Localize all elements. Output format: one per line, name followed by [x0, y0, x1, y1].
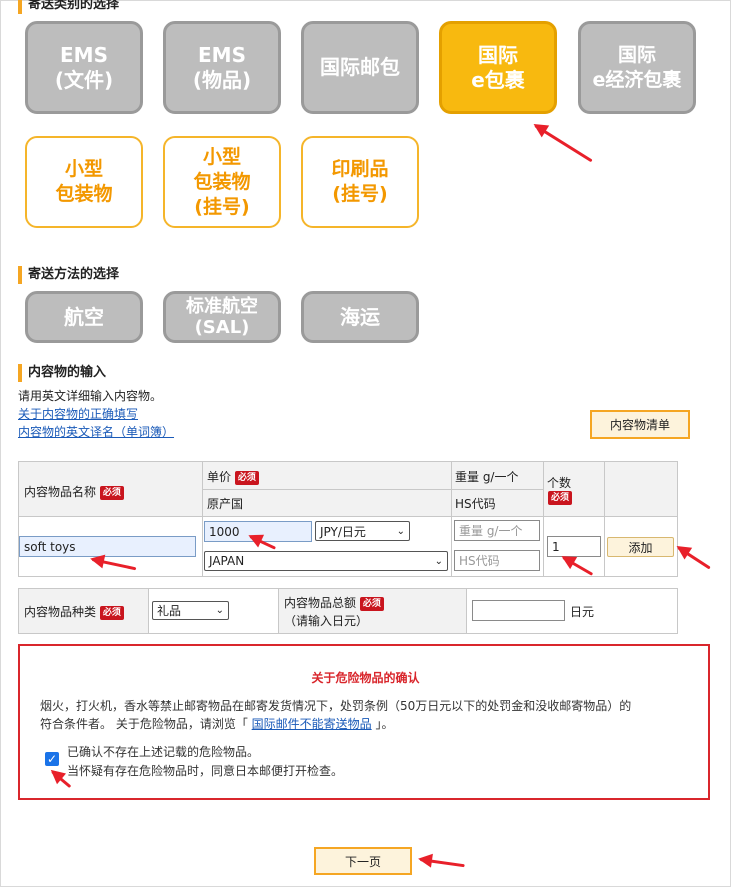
confirm-line2: 当怀疑有存在危险物品时，同意日本邮便打开检查。: [67, 764, 344, 778]
tile-printed-matter-registered[interactable]: 印刷品 (挂号): [301, 136, 419, 228]
required-badge: 必须: [359, 596, 384, 611]
col-header-name: 内容物品名称 必须: [24, 483, 124, 500]
dangerous-goods-title: 关于危险物品的确认: [311, 671, 420, 685]
tile-ems-goods: EMS (物品): [163, 21, 281, 114]
item-name-input[interactable]: soft toys: [19, 536, 196, 557]
chevron-down-icon: ⌄: [396, 525, 405, 537]
col-header-price: 单价 必须: [207, 468, 259, 485]
tile-international-e-packet[interactable]: 国际 e包裹: [439, 21, 557, 114]
tile-sal: 标准航空 (SAL): [163, 291, 281, 343]
hs-code-input[interactable]: HS代码: [454, 550, 540, 571]
tile-air: 航空: [25, 291, 143, 343]
country-value: JAPAN: [209, 554, 245, 568]
tile-small-packet[interactable]: 小型 包装物: [25, 136, 143, 228]
tile-small-packet-registered[interactable]: 小型 包装物 (挂号): [163, 136, 281, 228]
col-header-hs: HS代码: [455, 497, 496, 511]
tile-international-e-packet-light: 国际 e经济包裹: [578, 21, 696, 114]
col-header-weight: 重量 g/一个: [455, 470, 519, 484]
required-badge: 必须: [99, 485, 124, 500]
dangerous-goods-body-line1: 烟火，打火机，香水等禁止邮寄物品在邮寄发货情况下，处罚条例（50万日元以下的处罚…: [40, 699, 632, 713]
confirm-line1: 已确认不存在上述记载的危险物品。: [67, 745, 260, 759]
link-prohibited-items[interactable]: 国际邮件不能寄送物品: [252, 717, 372, 731]
content-type-value: 礼品: [157, 604, 182, 618]
col-header-origin: 原产国: [207, 497, 244, 511]
cell-bg-action: [605, 462, 677, 516]
section-title-category: 寄送类别的选择: [18, 0, 119, 14]
link-correct-entry[interactable]: 关于内容物的正确填写: [18, 405, 138, 422]
label-content-type: 内容物品种类 必须: [24, 603, 124, 620]
currency-value: JPY/日元: [320, 524, 366, 539]
section-title-contents: 内容物的输入: [18, 364, 106, 382]
currency-select[interactable]: JPY/日元 ⌄: [315, 521, 410, 541]
next-page-button[interactable]: 下一页: [314, 847, 412, 875]
col-header-qty: 个数: [547, 476, 572, 490]
tile-ems-documents: EMS (文件): [25, 21, 143, 114]
origin-country-select[interactable]: JAPAN ⌄: [204, 551, 448, 571]
confirm-checkbox[interactable]: ✓: [45, 752, 59, 766]
required-badge: 必须: [99, 605, 124, 620]
link-english-glossary[interactable]: 内容物的英文译名（单词簿）: [18, 423, 174, 440]
label-total-amount: 内容物品总额 必须: [284, 594, 384, 611]
add-item-button[interactable]: 添加: [607, 537, 674, 557]
total-unit-label: 日元: [570, 605, 595, 619]
label-total-note: （请输入日元）: [284, 614, 369, 628]
dangerous-goods-body-line2: 符合条件者。 关于危险物品，请浏览「 国际邮件不能寄送物品 」。: [40, 717, 394, 731]
tile-sea: 海运: [301, 291, 419, 343]
chevron-down-icon: ⌄: [434, 555, 443, 567]
total-amount-input[interactable]: [472, 600, 565, 621]
section-title-method: 寄送方法的选择: [18, 266, 119, 284]
required-badge: 必须: [548, 491, 573, 505]
chevron-down-icon: ⌄: [215, 605, 224, 616]
contents-instruction: 请用英文详细输入内容物。: [18, 389, 163, 403]
contents-list-button[interactable]: 内容物清单: [590, 410, 690, 439]
required-badge: 必须: [234, 470, 259, 485]
tile-international-parcel: 国际邮包: [301, 21, 419, 114]
quantity-input[interactable]: 1: [547, 536, 601, 557]
content-type-select[interactable]: 礼品 ⌄: [152, 601, 229, 620]
weight-input[interactable]: 重量 g/一个: [454, 520, 540, 541]
